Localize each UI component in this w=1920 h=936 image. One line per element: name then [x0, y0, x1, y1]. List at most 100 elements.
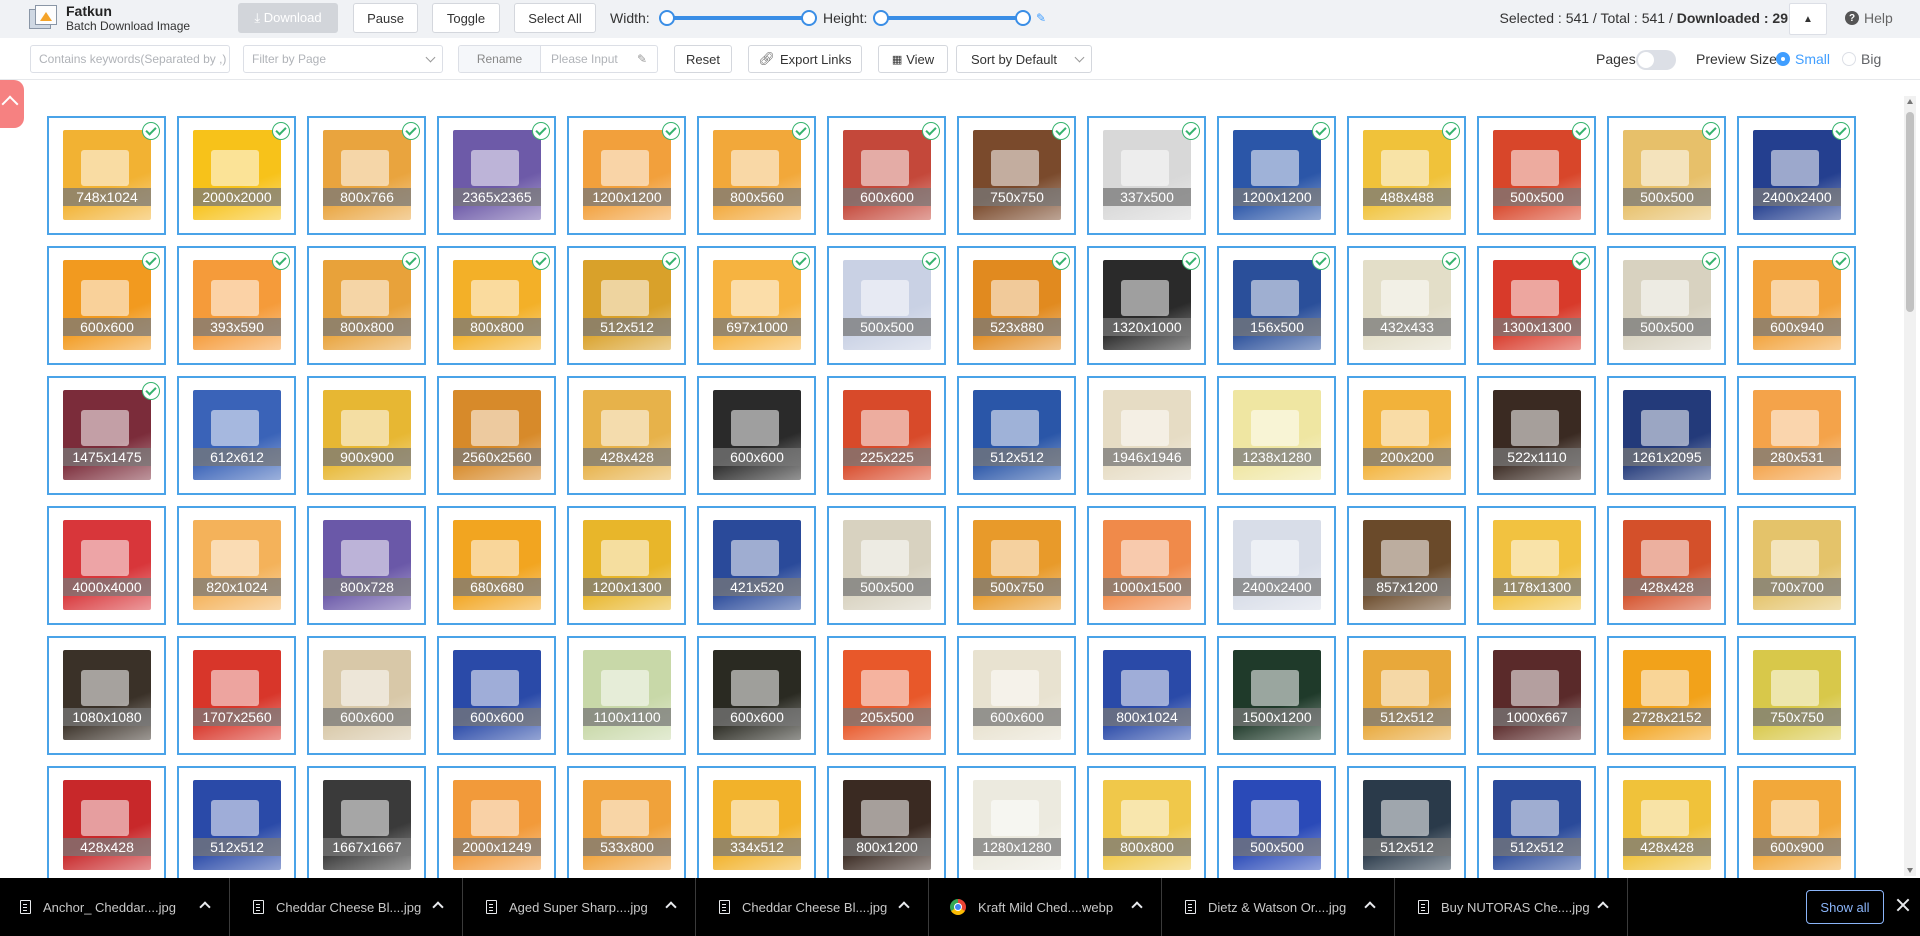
download-item[interactable]: Buy NUTORAS Che....jpg — [1398, 878, 1628, 936]
image-card[interactable]: 500x500 — [827, 506, 946, 625]
image-card[interactable]: 500x500 — [1477, 116, 1596, 235]
image-card[interactable]: 697x1000 — [697, 246, 816, 365]
image-card[interactable]: 600x600 — [47, 246, 166, 365]
download-item[interactable]: Kraft Mild Ched....webp — [932, 878, 1162, 936]
chevron-up-icon[interactable] — [1597, 901, 1609, 913]
image-card[interactable]: 1500x1200 — [1217, 636, 1336, 755]
image-card[interactable]: 512x512 — [567, 246, 686, 365]
image-card[interactable]: 600x900 — [1737, 766, 1856, 880]
image-card[interactable]: 225x225 — [827, 376, 946, 495]
image-card[interactable]: 156x500 — [1217, 246, 1336, 365]
image-card[interactable]: 800x766 — [307, 116, 426, 235]
toggle-button[interactable]: Toggle — [432, 3, 500, 33]
image-card[interactable]: 428x428 — [47, 766, 166, 880]
image-card[interactable]: 533x800 — [567, 766, 686, 880]
view-button[interactable]: ▦ View — [878, 45, 948, 73]
image-card[interactable]: 280x531 — [1737, 376, 1856, 495]
image-card[interactable]: 512x512 — [1347, 766, 1466, 880]
height-slider[interactable] — [873, 10, 1031, 26]
image-card[interactable]: 1178x1300 — [1477, 506, 1596, 625]
pause-button[interactable]: Pause — [353, 3, 418, 33]
scrollbar-thumb[interactable] — [1906, 112, 1914, 312]
chevron-up-icon[interactable] — [898, 901, 910, 913]
image-card[interactable]: 421x520 — [697, 506, 816, 625]
image-card[interactable]: 1200x1200 — [1217, 116, 1336, 235]
export-links-button[interactable]: 🔗︎ Export Links — [748, 45, 862, 73]
image-card[interactable]: 500x500 — [827, 246, 946, 365]
image-card[interactable]: 2560x2560 — [437, 376, 556, 495]
image-card[interactable]: 428x428 — [567, 376, 686, 495]
image-card[interactable]: 820x1024 — [177, 506, 296, 625]
side-collapse-tab[interactable] — [0, 80, 24, 128]
image-card[interactable]: 600x600 — [827, 116, 946, 235]
page-scrollbar[interactable] — [1904, 96, 1916, 876]
image-card[interactable]: 500x750 — [957, 506, 1076, 625]
image-card[interactable]: 800x800 — [1087, 766, 1206, 880]
image-card[interactable]: 1261x2095 — [1607, 376, 1726, 495]
image-card[interactable]: 512x512 — [177, 766, 296, 880]
edit-size-icon[interactable]: ✎ — [1036, 11, 1046, 25]
rename-button[interactable]: Rename — [459, 46, 541, 72]
image-card[interactable]: 2728x2152 — [1607, 636, 1726, 755]
chevron-up-icon[interactable] — [432, 901, 444, 913]
image-card[interactable]: 2000x2000 — [177, 116, 296, 235]
image-card[interactable]: 522x1110 — [1477, 376, 1596, 495]
download-item[interactable]: Cheddar Cheese Bl....jpg — [233, 878, 463, 936]
image-card[interactable]: 612x612 — [177, 376, 296, 495]
image-card[interactable]: 600x600 — [957, 636, 1076, 755]
image-card[interactable]: 2400x2400 — [1217, 506, 1336, 625]
sort-select[interactable]: Sort by Default — [956, 45, 1092, 73]
image-card[interactable]: 748x1024 — [47, 116, 166, 235]
rename-input[interactable]: Please Input ✎ — [541, 46, 657, 72]
image-card[interactable]: 1475x1475 — [47, 376, 166, 495]
image-card[interactable]: 1300x1300 — [1477, 246, 1596, 365]
image-card[interactable]: 1000x1500 — [1087, 506, 1206, 625]
image-card[interactable]: 2365x2365 — [437, 116, 556, 235]
show-all-button[interactable]: Show all — [1806, 890, 1884, 924]
image-card[interactable]: 2400x2400 — [1737, 116, 1856, 235]
reset-button[interactable]: Reset — [674, 45, 732, 73]
image-card[interactable]: 200x200 — [1347, 376, 1466, 495]
image-card[interactable]: 1946x1946 — [1087, 376, 1206, 495]
image-card[interactable]: 800x1200 — [827, 766, 946, 880]
chevron-up-icon[interactable] — [1364, 901, 1376, 913]
image-card[interactable]: 393x590 — [177, 246, 296, 365]
pages-switch[interactable] — [1636, 50, 1676, 70]
image-card[interactable]: 512x512 — [957, 376, 1076, 495]
image-card[interactable]: 680x680 — [437, 506, 556, 625]
download-button[interactable]: ⤓ Download — [238, 3, 338, 33]
image-card[interactable]: 857x1200 — [1347, 506, 1466, 625]
chevron-up-icon[interactable] — [665, 901, 677, 913]
chevron-up-icon[interactable] — [1131, 901, 1143, 913]
image-card[interactable]: 1320x1000 — [1087, 246, 1206, 365]
download-item[interactable]: Cheddar Cheese Bl....jpg — [699, 878, 929, 936]
page-filter-select[interactable]: Filter by Page — [243, 45, 443, 73]
image-card[interactable]: 700x700 — [1737, 506, 1856, 625]
image-card[interactable]: 4000x4000 — [47, 506, 166, 625]
select-all-button[interactable]: Select All — [514, 3, 596, 33]
keyword-filter-input[interactable]: Contains keywords(Separated by ,) — [30, 45, 230, 73]
image-card[interactable]: 750x750 — [957, 116, 1076, 235]
image-card[interactable]: 1100x1100 — [567, 636, 686, 755]
preview-small-radio[interactable]: Small — [1776, 51, 1830, 67]
image-card[interactable]: 800x728 — [307, 506, 426, 625]
download-item[interactable]: Anchor_ Cheddar....jpg — [0, 878, 230, 936]
height-max-handle[interactable] — [1015, 10, 1031, 26]
image-card[interactable]: 500x500 — [1607, 246, 1726, 365]
image-card[interactable]: 800x800 — [437, 246, 556, 365]
scroll-top-button[interactable]: ▲ — [1789, 3, 1827, 35]
image-card[interactable]: 1000x667 — [1477, 636, 1596, 755]
width-max-handle[interactable] — [801, 10, 817, 26]
image-card[interactable]: 523x880 — [957, 246, 1076, 365]
image-card[interactable]: 600x600 — [307, 636, 426, 755]
help-link[interactable]: ? Help — [1845, 10, 1893, 26]
image-card[interactable]: 600x940 — [1737, 246, 1856, 365]
image-card[interactable]: 512x512 — [1477, 766, 1596, 880]
image-card[interactable]: 205x500 — [827, 636, 946, 755]
image-card[interactable]: 512x512 — [1347, 636, 1466, 755]
image-card[interactable]: 600x600 — [697, 376, 816, 495]
image-card[interactable]: 900x900 — [307, 376, 426, 495]
image-card[interactable]: 337x500 — [1087, 116, 1206, 235]
image-card[interactable]: 334x512 — [697, 766, 816, 880]
image-card[interactable]: 500x500 — [1607, 116, 1726, 235]
